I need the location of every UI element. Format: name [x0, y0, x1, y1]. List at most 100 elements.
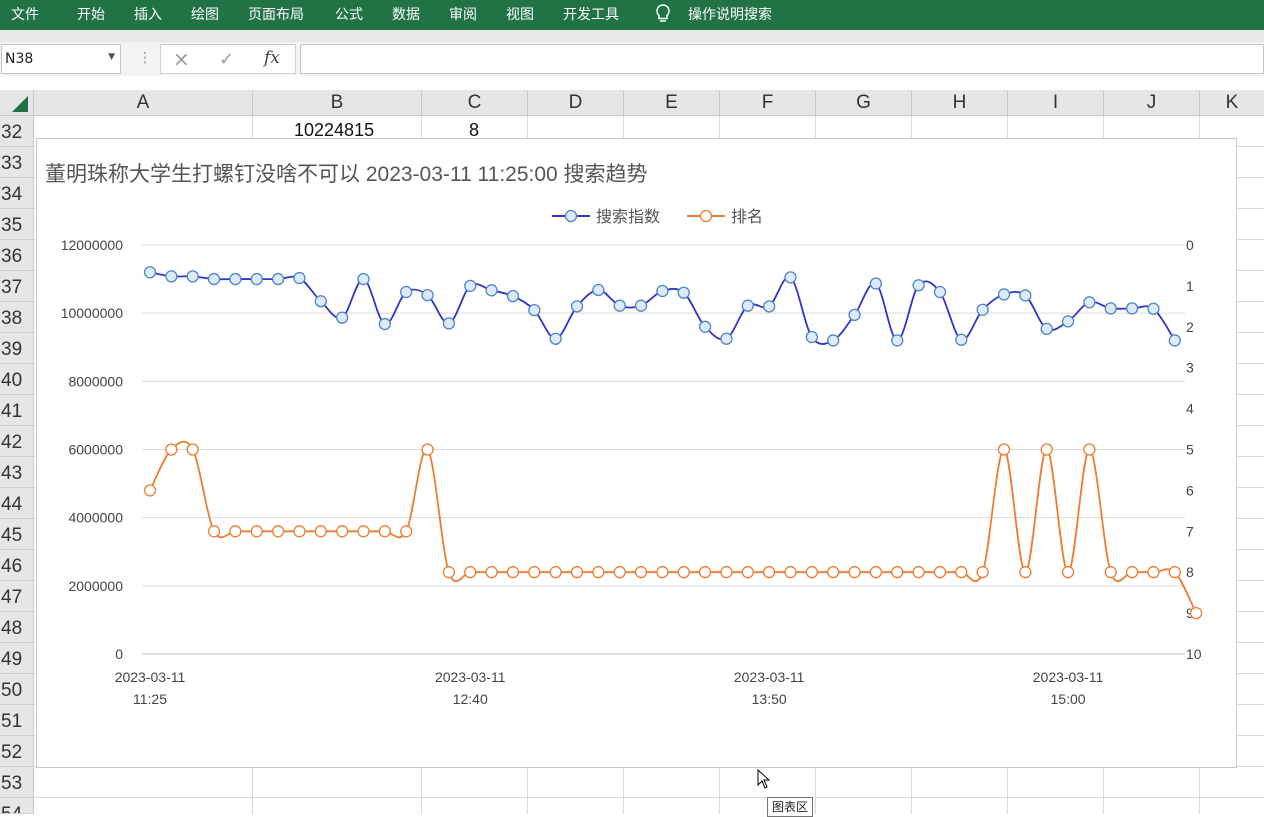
insert-function-icon[interactable]: fx — [264, 48, 280, 68]
tell-me-search[interactable]: 操作说明搜索 — [688, 4, 772, 24]
tab-draw[interactable]: 绘图 — [191, 4, 219, 24]
tab-formulas[interactable]: 公式 — [335, 4, 363, 24]
data-point — [1147, 566, 1160, 579]
tab-view[interactable]: 视图 — [506, 4, 534, 24]
row-header[interactable]: 32 — [0, 116, 34, 147]
data-point — [933, 285, 947, 299]
row-header[interactable]: 38 — [0, 302, 34, 333]
data-point — [464, 566, 477, 579]
data-point — [549, 332, 562, 345]
row-header[interactable]: 36 — [0, 240, 34, 271]
data-point — [271, 272, 285, 286]
column-header-c[interactable]: C — [422, 90, 528, 116]
row-header[interactable]: 33 — [0, 147, 34, 178]
column-header-k[interactable]: K — [1200, 90, 1264, 116]
name-box[interactable]: N38 ▼ — [1, 44, 121, 74]
data-point — [335, 311, 349, 324]
x-tick-label: 2023-03-11 — [1033, 669, 1104, 685]
row-header[interactable]: 49 — [0, 643, 34, 674]
y-left-tick-label: 0 — [115, 646, 123, 662]
row-header[interactable]: 47 — [0, 581, 34, 612]
row-header[interactable]: 52 — [0, 736, 34, 767]
column-header-j[interactable]: J — [1104, 90, 1200, 116]
data-point — [592, 566, 605, 579]
data-point — [955, 566, 968, 579]
data-point — [1083, 443, 1096, 456]
x-tick-label: 15:00 — [1051, 691, 1086, 707]
row-header[interactable]: 50 — [0, 674, 34, 705]
data-point — [250, 525, 263, 538]
chart-area[interactable]: 董明珠称大学生打螺钉没啥不可以 2023-03-11 11:25:00 搜索趋势… — [36, 138, 1237, 768]
tab-developer[interactable]: 开发工具 — [563, 4, 619, 24]
data-point — [763, 300, 776, 313]
y-right-tick-label: 5 — [1186, 442, 1194, 458]
tab-review[interactable]: 审阅 — [449, 4, 477, 24]
data-point — [720, 332, 733, 345]
data-point — [848, 566, 861, 579]
tab-data[interactable]: 数据 — [392, 4, 420, 24]
x-tick-label: 12:40 — [453, 691, 488, 707]
data-point — [1040, 443, 1053, 456]
data-point — [805, 566, 818, 579]
column-header-d[interactable]: D — [528, 90, 624, 116]
row-header[interactable]: 48 — [0, 612, 34, 643]
enter-icon[interactable]: ✓ — [219, 49, 234, 70]
data-point — [805, 330, 818, 344]
row-header[interactable]: 54 — [0, 798, 34, 814]
data-point — [1104, 302, 1117, 315]
formula-input[interactable] — [300, 44, 1264, 74]
tab-home[interactable]: 开始 — [77, 4, 105, 24]
row-header[interactable]: 46 — [0, 550, 34, 581]
y-left-tick-label: 8000000 — [68, 373, 123, 389]
data-point — [976, 303, 989, 316]
column-header-f[interactable]: F — [720, 90, 816, 116]
row-header[interactable]: 40 — [0, 364, 34, 395]
cancel-icon[interactable]: × — [173, 47, 190, 71]
row-header[interactable]: 42 — [0, 426, 34, 457]
row-header[interactable]: 53 — [0, 767, 34, 798]
drag-handle-icon[interactable]: ⋮ — [138, 50, 152, 66]
data-point — [207, 525, 221, 538]
lightbulb-icon[interactable] — [654, 3, 672, 25]
row-header[interactable]: 51 — [0, 705, 34, 736]
row-header[interactable]: 34 — [0, 178, 34, 209]
y-right-tick-label: 3 — [1186, 360, 1194, 376]
data-point — [1190, 606, 1203, 620]
data-point — [528, 566, 541, 579]
row-header[interactable]: 41 — [0, 395, 34, 426]
data-point — [378, 525, 392, 538]
data-point — [378, 317, 392, 331]
row-header[interactable]: 43 — [0, 457, 34, 488]
row-header[interactable]: 35 — [0, 209, 34, 240]
legend-label: 排名 — [731, 207, 763, 226]
data-point — [698, 566, 712, 579]
y-right-tick-label: 0 — [1186, 237, 1194, 253]
column-header-g[interactable]: G — [816, 90, 912, 116]
tab-page-layout[interactable]: 页面布局 — [248, 4, 304, 24]
column-header-a[interactable]: A — [34, 90, 253, 116]
column-header-b[interactable]: B — [253, 90, 422, 116]
tab-file[interactable]: 文件 — [11, 4, 39, 24]
row-header[interactable]: 44 — [0, 488, 34, 519]
formula-buttons: × ✓ fx — [160, 44, 296, 74]
data-point — [763, 566, 776, 579]
data-point — [976, 566, 989, 579]
data-point — [592, 283, 605, 297]
data-point — [656, 566, 669, 579]
data-point — [741, 299, 754, 312]
column-header-h[interactable]: H — [912, 90, 1008, 116]
data-point — [421, 288, 434, 302]
select-all-corner[interactable] — [0, 90, 34, 116]
row-header[interactable]: 37 — [0, 271, 34, 302]
row-header[interactable]: 39 — [0, 333, 34, 364]
chevron-down-icon[interactable]: ▼ — [108, 52, 115, 62]
data-point — [400, 285, 413, 299]
tab-insert[interactable]: 插入 — [134, 4, 162, 24]
data-point — [421, 443, 434, 456]
row-header[interactable]: 45 — [0, 519, 34, 550]
name-box-value: N38 — [5, 51, 34, 67]
column-header-i[interactable]: I — [1008, 90, 1104, 116]
data-point — [720, 566, 733, 579]
data-point — [912, 279, 925, 292]
column-header-e[interactable]: E — [624, 90, 720, 116]
